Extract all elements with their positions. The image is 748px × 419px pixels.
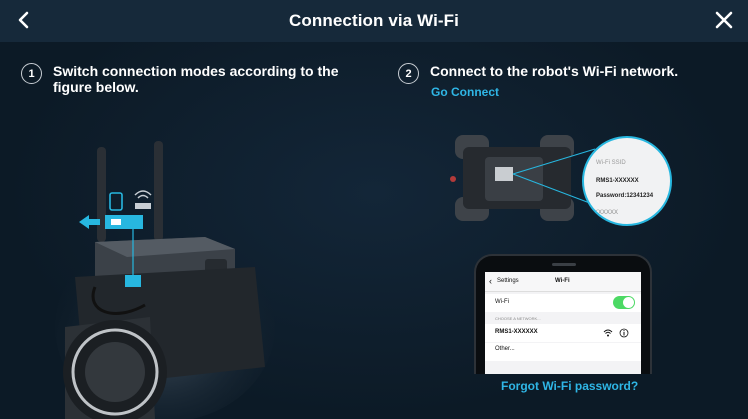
wifi-toggle[interactable]	[613, 296, 635, 309]
serial-text: XXXXXXXX	[586, 210, 619, 216]
info-icon[interactable]	[619, 328, 629, 338]
chevron-left-icon[interactable]: ‹	[489, 276, 492, 286]
robot-label-zoom: Wi-Fi SSID RMS1-XXXXXX Password:12341234…	[582, 136, 672, 226]
page-title: Connection via Wi-Fi	[289, 11, 459, 30]
phone-screen: ‹ Settings Wi-Fi Wi-Fi CHOOSE A NETWORK.…	[485, 272, 641, 374]
network-row[interactable]: RMS1-XXXXXX	[485, 324, 641, 342]
step-number: 2	[398, 63, 419, 84]
top-bar: Connection via Wi-Fi	[0, 0, 748, 42]
close-icon	[715, 11, 733, 29]
back-button[interactable]	[12, 8, 34, 32]
other-label: Other...	[495, 346, 515, 352]
chevron-left-icon	[18, 11, 29, 29]
close-button[interactable]	[712, 8, 736, 32]
wifi-toggle-row: Wi-Fi	[485, 294, 641, 312]
wifi-screen-title: Wi-Fi	[555, 278, 570, 284]
step-2: 2 Connect to the robot's Wi-Fi network.	[398, 63, 698, 84]
ios-nav-bar: ‹ Settings Wi-Fi	[485, 272, 641, 292]
phone-mockup: ‹ Settings Wi-Fi Wi-Fi CHOOSE A NETWORK.…	[474, 254, 652, 374]
toggle-knob	[623, 297, 634, 308]
network-name: RMS1-XXXXXX	[495, 329, 538, 335]
password-text: Password:12341234	[596, 193, 654, 199]
step-1-instruction: Switch connection modes according to the…	[53, 63, 339, 95]
choose-network-header: CHOOSE A NETWORK...	[495, 316, 541, 321]
step-1: 1 Switch connection modes according to t…	[21, 63, 341, 95]
settings-back-label[interactable]: Settings	[497, 278, 519, 284]
wifi-signal-icon	[603, 329, 613, 337]
step-number: 1	[21, 63, 42, 84]
content-area: 1 Switch connection modes according to t…	[0, 42, 748, 419]
ssid-value: RMS1-XXXXXX	[596, 178, 639, 184]
wifi-row-label: Wi-Fi	[495, 299, 509, 305]
forgot-password-link[interactable]: Forgot Wi-Fi password?	[501, 379, 638, 393]
step-2-instruction: Connect to the robot's Wi-Fi network.	[430, 63, 679, 79]
robot-controller-illustration	[55, 141, 275, 419]
go-connect-link[interactable]: Go Connect	[431, 85, 499, 99]
phone-speaker	[552, 263, 576, 266]
ssid-label: Wi-Fi SSID	[596, 160, 626, 166]
other-network-row[interactable]: Other...	[485, 343, 641, 361]
